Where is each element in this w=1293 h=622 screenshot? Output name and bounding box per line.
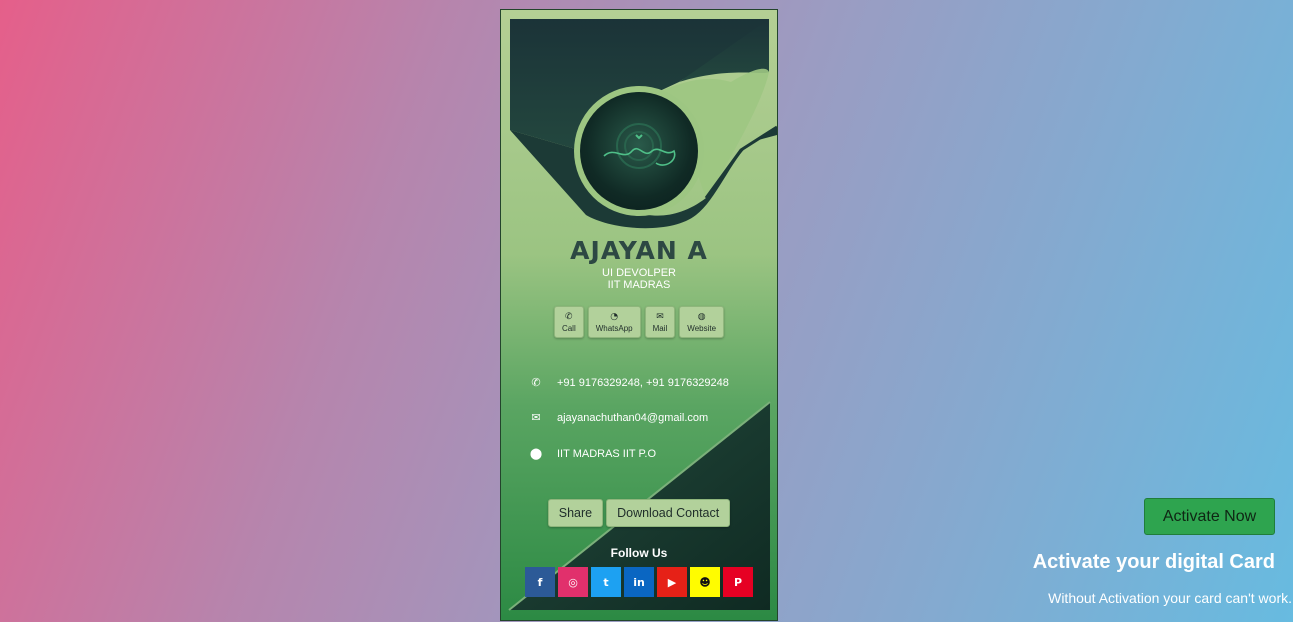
- card-role: UI DEVOLPER: [602, 267, 676, 279]
- follow-us-heading: Follow Us: [610, 546, 668, 560]
- call-label: Call: [561, 323, 576, 333]
- activate-title: Activate your digital Card: [1032, 551, 1275, 573]
- signature-logo-icon: [603, 123, 676, 169]
- activate-subtitle: Without Activation your card can't work.: [1048, 590, 1292, 606]
- card-name: AJAYAN A: [570, 236, 708, 265]
- youtube-icon[interactable]: ▶: [657, 567, 687, 597]
- whatsapp-button[interactable]: ◔ WhatsApp: [587, 306, 641, 338]
- phone-icon: ✆: [531, 377, 541, 389]
- whatsapp-label: WhatsApp: [595, 323, 633, 333]
- social-links: f ◎ t in ▶ ☻ P: [525, 567, 753, 597]
- address-text: IIT MADRAS IIT P.O: [557, 447, 657, 460]
- envelope-icon: ✉: [531, 412, 541, 424]
- avatar: [580, 92, 698, 210]
- mail-icon: ✉: [656, 311, 664, 322]
- whatsapp-icon: ◔: [610, 311, 619, 322]
- card-organization: IIT MADRAS: [607, 279, 671, 291]
- digital-card: AJAYAN A UI DEVOLPER IIT MADRAS ✆ Call ◔…: [500, 9, 778, 621]
- website-label: Website: [687, 323, 717, 333]
- website-button[interactable]: ◍ Website: [679, 306, 725, 338]
- call-button[interactable]: ✆ Call: [553, 306, 584, 338]
- address-info-row[interactable]: ⬤ IIT MADRAS IIT P.O: [529, 447, 657, 461]
- quick-actions: ✆ Call ◔ WhatsApp ✉ Mail ◍ Website: [501, 306, 777, 338]
- phone-info-row[interactable]: ✆ +91 9176329248, +91 9176329248: [529, 376, 729, 390]
- pinterest-icon[interactable]: P: [723, 567, 753, 597]
- twitter-icon[interactable]: t: [591, 567, 621, 597]
- linkedin-icon[interactable]: in: [624, 567, 654, 597]
- instagram-icon[interactable]: ◎: [558, 567, 588, 597]
- globe-icon: ◍: [697, 311, 706, 322]
- phone-number: +91 9176329248, +91 9176329248: [557, 376, 729, 389]
- phone-icon: ✆: [565, 311, 573, 322]
- share-button[interactable]: Share: [547, 499, 604, 527]
- avatar-ring: [574, 86, 704, 216]
- email-info-row[interactable]: ✉ ajayanachuthan04@gmail.com: [529, 411, 709, 425]
- mail-button[interactable]: ✉ Mail: [644, 306, 676, 338]
- mail-label: Mail: [652, 323, 668, 333]
- download-contact-button[interactable]: Download Contact: [606, 499, 731, 527]
- activate-now-button[interactable]: Activate Now: [1144, 498, 1275, 535]
- card-buttons: Share Download Contact: [501, 499, 777, 527]
- map-pin-icon: ⬤: [529, 448, 543, 460]
- snapchat-icon[interactable]: ☻: [690, 567, 720, 597]
- facebook-icon[interactable]: f: [525, 567, 555, 597]
- email-address: ajayanachuthan04@gmail.com: [557, 411, 709, 424]
